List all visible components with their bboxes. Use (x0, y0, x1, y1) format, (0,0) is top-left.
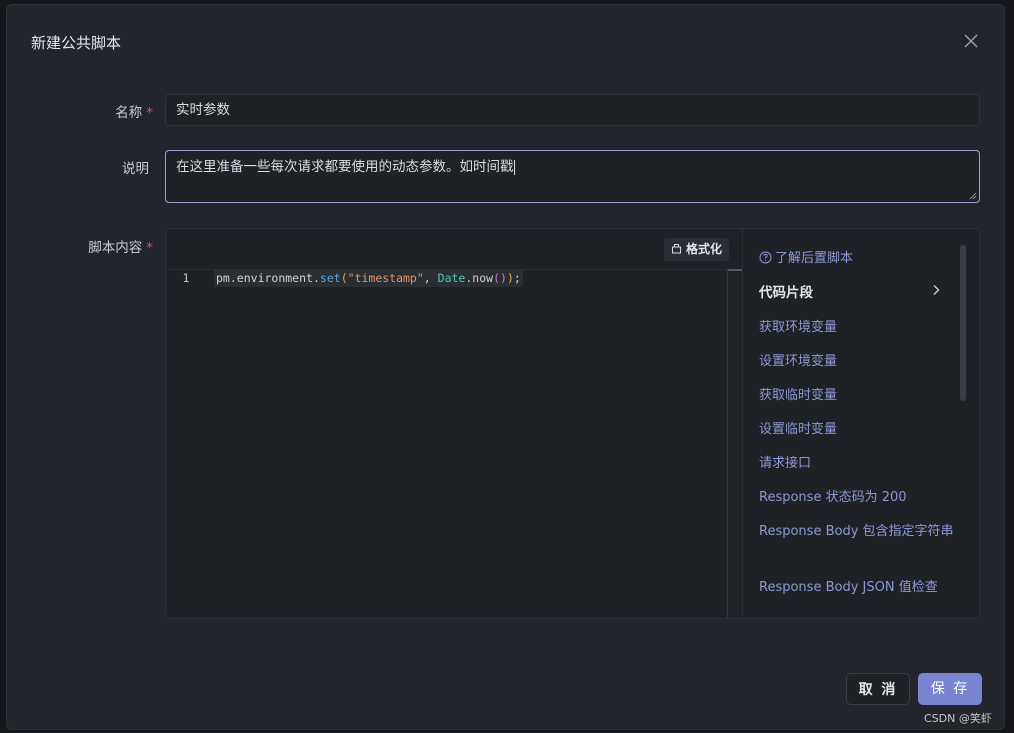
code-token: ) (506, 271, 514, 285)
resize-handle-icon[interactable] (969, 192, 977, 200)
chevron-right-icon[interactable] (931, 284, 941, 296)
line-number: 1 (182, 271, 190, 285)
code-token: "timestamp" (347, 271, 424, 285)
snippet-get-temp-var[interactable]: 获取临时变量 (759, 385, 954, 406)
sidebar-scrollbar[interactable] (960, 245, 966, 401)
script-content-label: 脚本内容 * (88, 240, 153, 256)
required-mark: * (146, 240, 153, 256)
close-icon[interactable] (962, 32, 980, 50)
code-token: () (493, 271, 507, 285)
text-caret (513, 159, 515, 175)
code-line[interactable]: pm.environment.set("timestamp", Date.now… (214, 269, 523, 287)
snippets-title[interactable]: 代码片段 (759, 281, 813, 301)
code-token: now (472, 271, 494, 285)
required-mark: * (146, 105, 153, 121)
code-token: ; (513, 271, 521, 285)
code-token: Date (437, 271, 466, 285)
snippet-get-env-var[interactable]: 获取环境变量 (759, 317, 954, 338)
description-label: 说明 (122, 161, 149, 177)
format-button[interactable]: 格式化 (664, 238, 730, 261)
code-token: . (312, 271, 320, 285)
code-editor[interactable]: 1 pm.environment.set("timestamp", Date.n… (166, 269, 727, 618)
learn-post-script-link[interactable]: 了解后置脚本 (759, 247, 853, 266)
description-text: 在这里准备一些每次请求都要使用的动态参数。如时间戳 (176, 159, 514, 175)
code-token: environment (236, 271, 313, 285)
code-token: set (319, 271, 341, 285)
code-token: . (229, 271, 237, 285)
code-token: ( (340, 271, 348, 285)
snippet-send-request[interactable]: 请求接口 (759, 453, 954, 474)
snippet-body-contains[interactable]: Response Body 包含指定字符串 (759, 521, 954, 542)
code-token: , (423, 271, 438, 285)
name-label: 名称 * (115, 105, 153, 121)
description-textarea[interactable]: 在这里准备一些每次请求都要使用的动态参数。如时间戳 (165, 150, 980, 203)
watermark: CSDN @笑虾 (924, 712, 992, 725)
snippet-set-env-var[interactable]: 设置环境变量 (759, 351, 954, 372)
format-icon (672, 244, 681, 254)
dialog-title: 新建公共脚本 (31, 34, 122, 52)
help-circle-icon (759, 251, 772, 264)
editor-toolbar: 格式化 (166, 229, 742, 270)
snippets-sidebar: 了解后置脚本 代码片段 获取环境变量 设置环境变量 获取临时变量 设置临时变量 … (742, 229, 980, 618)
save-button[interactable]: 保 存 (918, 673, 982, 705)
editor-scrollbar[interactable] (727, 269, 742, 618)
format-label: 格式化 (686, 242, 723, 256)
snippet-set-temp-var[interactable]: 设置临时变量 (759, 419, 954, 440)
snippet-status-200[interactable]: Response 状态码为 200 (759, 487, 954, 508)
code-token: pm (216, 271, 230, 285)
name-input[interactable]: 实时参数 (165, 94, 980, 126)
cancel-button[interactable]: 取 消 (846, 673, 910, 705)
script-editor-panel: 格式化 1 pm.environment.set("timestamp", Da… (165, 228, 980, 619)
new-script-dialog: 新建公共脚本 名称 * 实时参数 说明 在这里准备一些每次请求都要使用的动态参数。… (6, 4, 1005, 730)
snippet-body-json-check[interactable]: Response Body JSON 值检查 (759, 577, 954, 598)
